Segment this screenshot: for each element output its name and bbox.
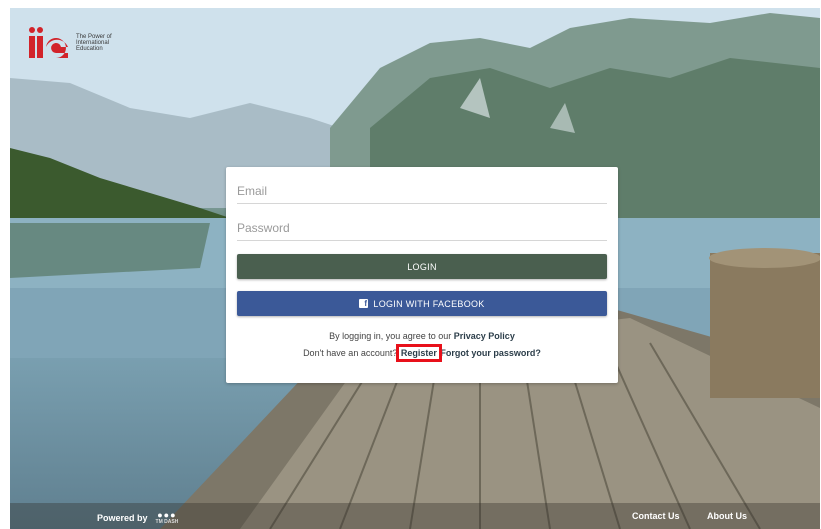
powered-by-label: Powered by (97, 513, 148, 523)
iie-logo-mark (28, 26, 70, 60)
email-input[interactable] (237, 179, 607, 204)
no-account-prefix: Don't have an account? (303, 348, 398, 358)
agree-prefix: By logging in, you agree to our (329, 331, 452, 341)
login-with-facebook-button[interactable]: f LOGIN WITH FACEBOOK (237, 291, 607, 316)
register-link[interactable]: Register (395, 344, 442, 362)
iie-logo[interactable]: The Power of International Education (28, 26, 136, 60)
forgot-password-link[interactable]: Forgot your password? (440, 348, 541, 358)
privacy-agreement-text: By logging in, you agree to our Privacy … (226, 331, 618, 341)
powered-by-brand-logo[interactable]: ●●● TM DASH (155, 510, 179, 526)
login-button-label: LOGIN (407, 261, 437, 272)
contact-us-link[interactable]: Contact Us (632, 511, 680, 521)
privacy-policy-link[interactable]: Privacy Policy (454, 331, 515, 341)
password-input[interactable] (237, 216, 607, 241)
login-button[interactable]: LOGIN (237, 254, 607, 279)
facebook-button-label: LOGIN WITH FACEBOOK (373, 298, 485, 309)
powered-by: Powered by ●●● TM DASH (97, 510, 179, 526)
logo-tagline: The Power of International Education (76, 34, 112, 52)
footer: Powered by ●●● TM DASH Contact Us About … (0, 505, 821, 529)
account-links-row: Don't have an account? Register Forgot y… (226, 344, 618, 362)
login-card: LOGIN f LOGIN WITH FACEBOOK By logging i… (226, 167, 618, 383)
facebook-icon: f (359, 299, 369, 308)
about-us-link[interactable]: About Us (707, 511, 747, 521)
brand-name: TM DASH (155, 519, 179, 525)
brand-dots-icon: ●●● (157, 510, 177, 520)
